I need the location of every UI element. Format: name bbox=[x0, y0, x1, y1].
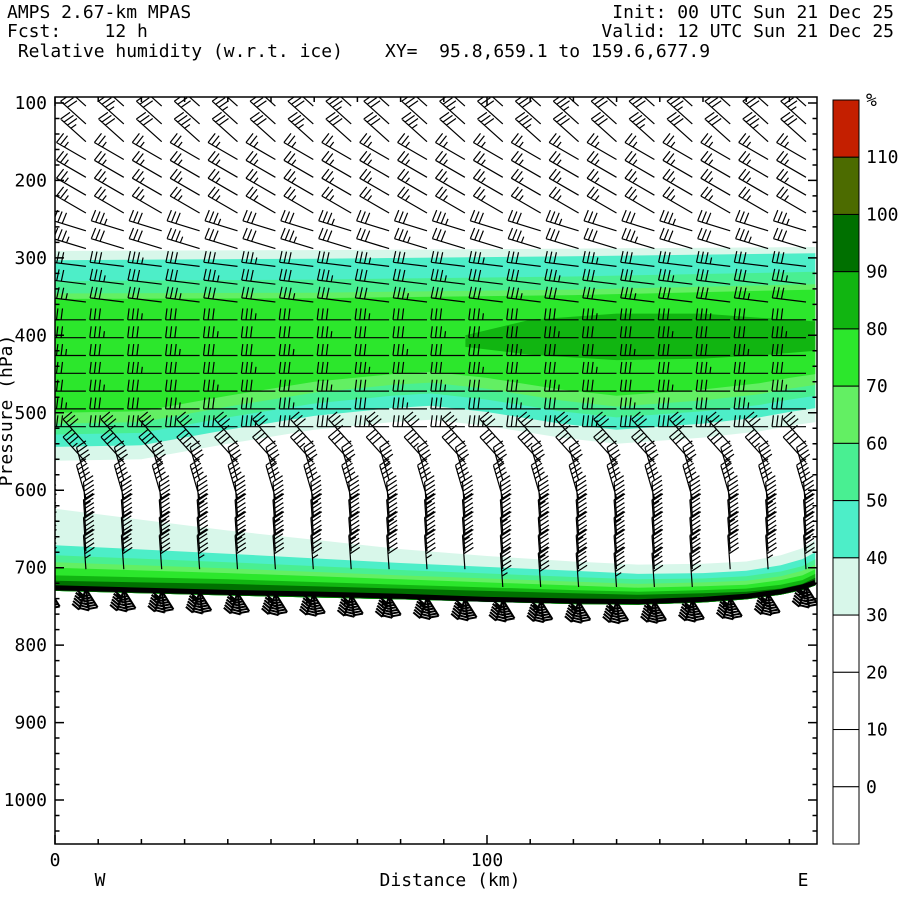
svg-text:700: 700 bbox=[14, 558, 47, 579]
svg-text:60: 60 bbox=[866, 433, 888, 454]
cross-section-svg: 1002003004005006007008009001000Pressure … bbox=[0, 90, 899, 891]
svg-text:1000: 1000 bbox=[4, 790, 47, 811]
distance-axis-labels: 0 100 W Distance (km) E bbox=[50, 850, 809, 891]
svg-text:40: 40 bbox=[866, 548, 888, 569]
svg-text:20: 20 bbox=[866, 662, 888, 683]
svg-text:70: 70 bbox=[866, 376, 888, 397]
svg-text:900: 900 bbox=[14, 713, 47, 734]
amps-cross-section-page: AMPS 2.67-km MPAS Fcst: 12 h Relative hu… bbox=[0, 0, 900, 900]
svg-text:200: 200 bbox=[14, 170, 47, 191]
svg-text:100: 100 bbox=[14, 93, 47, 114]
colorbar-unit: % bbox=[866, 90, 877, 111]
axes-frame bbox=[54, 96, 818, 845]
svg-text:30: 30 bbox=[866, 605, 888, 626]
colorbar bbox=[832, 99, 860, 845]
svg-text:100: 100 bbox=[471, 850, 504, 871]
svg-text:100: 100 bbox=[866, 205, 899, 226]
west-label: W bbox=[95, 870, 106, 891]
svg-text:600: 600 bbox=[14, 480, 47, 501]
svg-text:0: 0 bbox=[866, 777, 877, 798]
svg-text:10: 10 bbox=[866, 720, 888, 741]
east-label: E bbox=[798, 870, 809, 891]
svg-text:400: 400 bbox=[14, 325, 47, 346]
svg-text:300: 300 bbox=[14, 248, 47, 269]
svg-text:500: 500 bbox=[14, 403, 47, 424]
pressure-axis-title: Pressure (hPa) bbox=[0, 335, 17, 487]
svg-text:110: 110 bbox=[866, 147, 899, 168]
svg-text:50: 50 bbox=[866, 491, 888, 512]
svg-text:0: 0 bbox=[50, 850, 61, 871]
cross-section-plot: 100 200 300 400 500 600 700 800 900 1000 Pressure … bbox=[0, 0, 900, 900]
svg-text:80: 80 bbox=[866, 319, 888, 340]
distance-axis-title: Distance (km) bbox=[380, 870, 521, 891]
svg-text:90: 90 bbox=[866, 262, 888, 283]
colorbar-labels: %1101009080706050403020100 bbox=[866, 90, 899, 798]
svg-text:800: 800 bbox=[14, 635, 47, 656]
